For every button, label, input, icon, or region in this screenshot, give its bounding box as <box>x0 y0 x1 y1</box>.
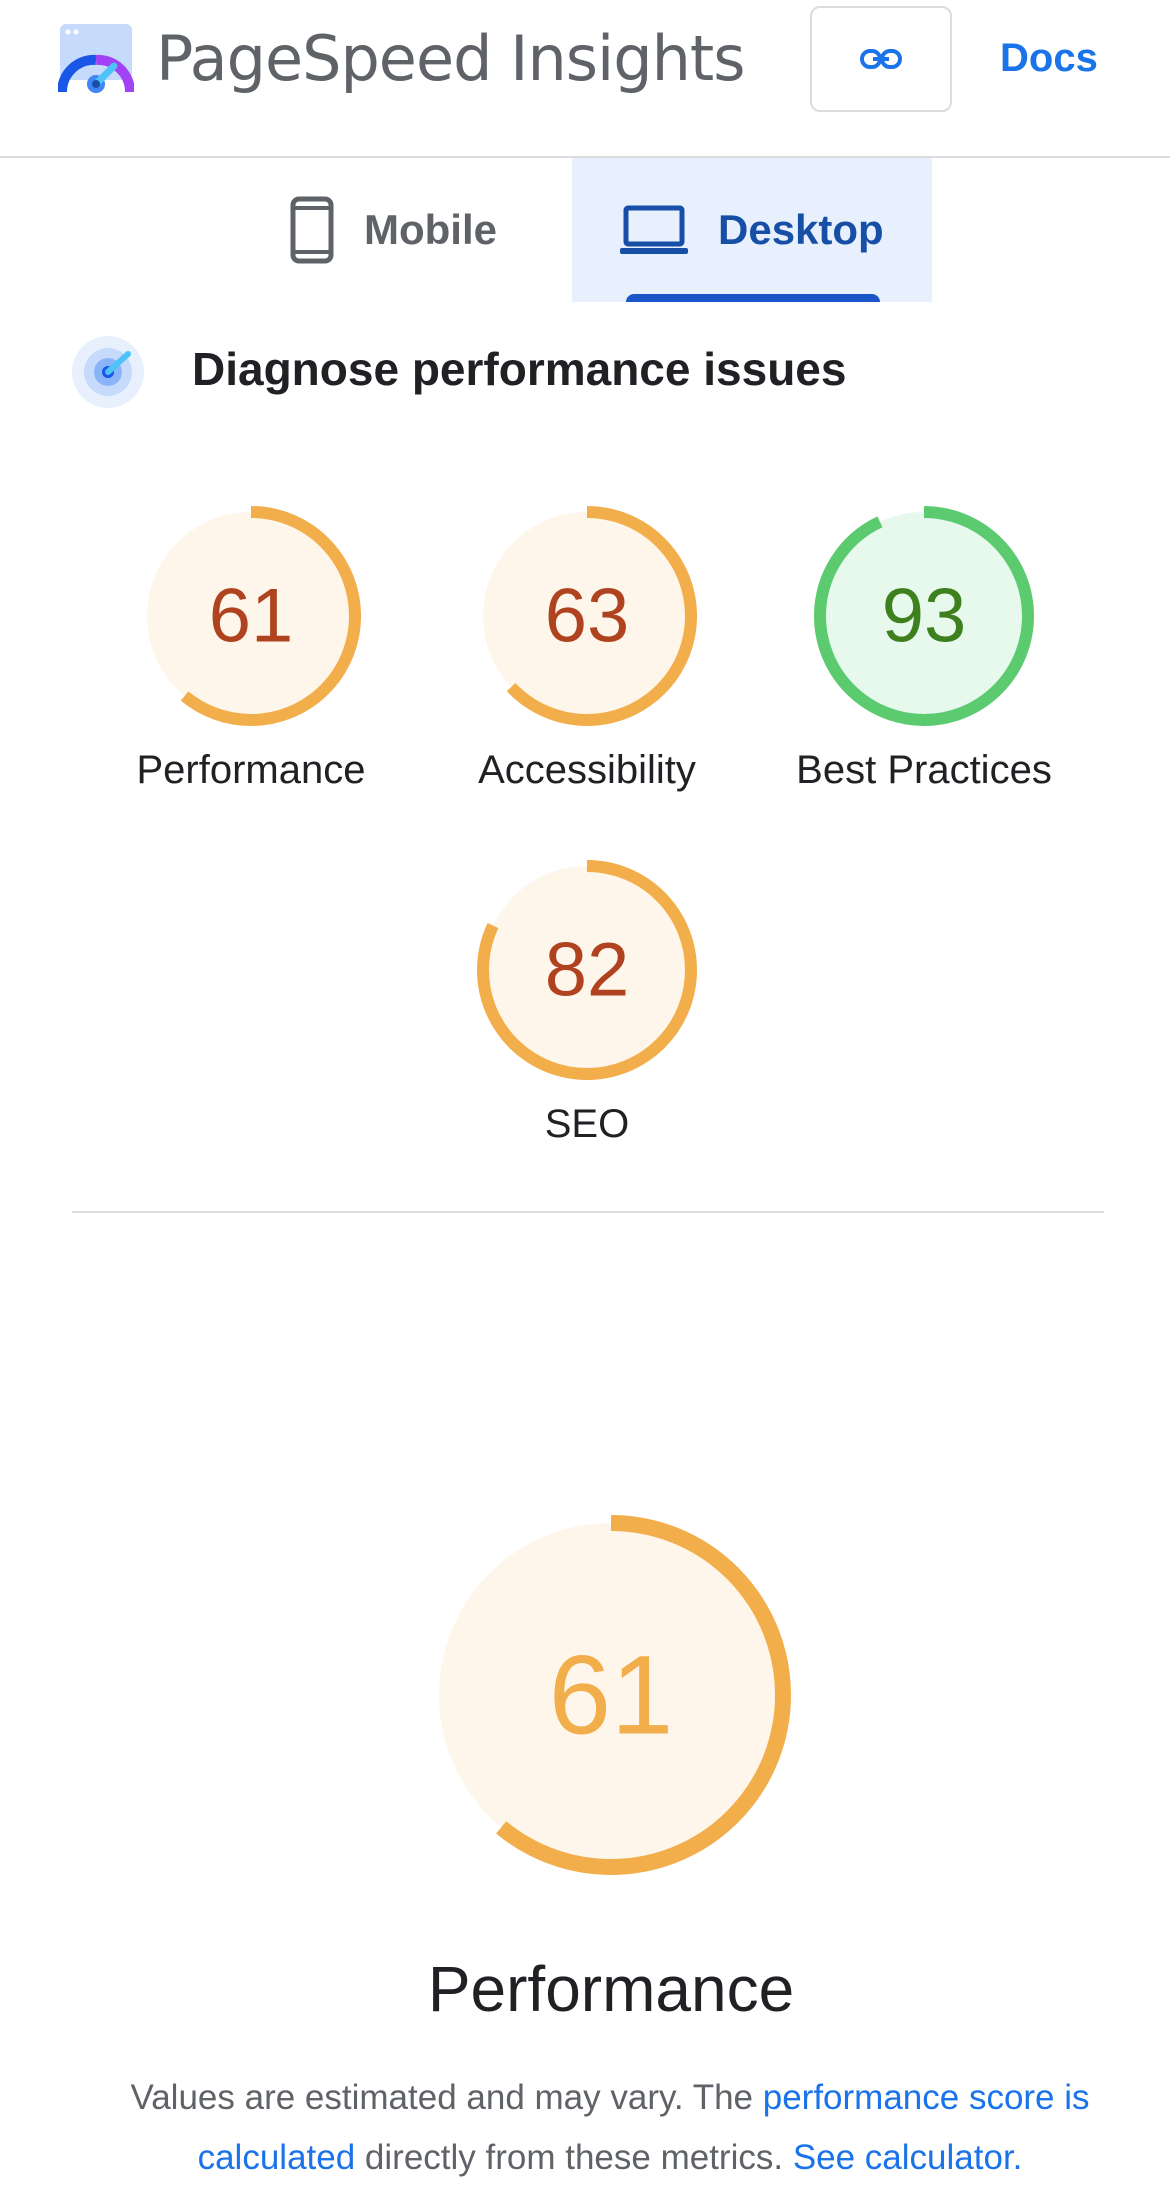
score-gauge-accessibility[interactable]: 63 Accessibility <box>467 496 707 816</box>
app-title: PageSpeed Insights <box>156 22 746 95</box>
section-divider <box>72 1211 1104 1213</box>
score-ring: 63 <box>477 506 697 726</box>
docs-link[interactable]: Docs <box>1000 36 1098 81</box>
score-value: 63 <box>545 574 630 659</box>
score-label: SEO <box>544 1102 630 1146</box>
tab-desktop[interactable]: Desktop <box>572 158 932 302</box>
score-gauge-best-practices[interactable]: 93 Best Practices <box>796 496 1052 816</box>
phone-icon <box>290 196 334 264</box>
description-text: Values are estimated and may vary. The <box>130 2078 763 2117</box>
score-ring: 93 <box>814 506 1034 726</box>
score-value: 61 <box>209 574 294 659</box>
performance-score-gauge: 61 <box>431 1515 791 1875</box>
tab-mobile[interactable]: Mobile <box>290 158 572 302</box>
score-label: Accessibility <box>478 748 696 792</box>
pagespeed-logo-icon <box>58 24 134 93</box>
score-label: Best Practices <box>796 748 1052 792</box>
score-gauge-performance[interactable]: 61 Performance <box>131 496 371 816</box>
performance-score-value: 61 <box>549 1633 674 1758</box>
performance-description: Values are estimated and may vary. The p… <box>100 2068 1120 2188</box>
selected-tab-indicator <box>626 294 880 302</box>
copy-link-button[interactable] <box>810 6 952 112</box>
top-app-bar: PageSpeed Insights Docs <box>0 0 1170 158</box>
tab-mobile-label: Mobile <box>364 206 497 253</box>
score-label: Performance <box>136 748 366 792</box>
speedometer-target-icon <box>72 336 144 408</box>
section-title: Diagnose performance issues <box>192 343 847 395</box>
score-ring: 82 <box>477 860 697 1080</box>
link-icon <box>860 49 902 69</box>
tab-desktop-label: Desktop <box>718 206 884 253</box>
performance-title: Performance <box>427 1953 795 2025</box>
score-ring: 61 <box>141 506 361 726</box>
see-calculator-link[interactable]: See calculator. <box>793 2138 1023 2177</box>
description-text: directly from these metrics. <box>355 2138 793 2177</box>
score-gauge-seo[interactable]: 82 SEO <box>467 850 707 1170</box>
score-value: 93 <box>882 574 967 659</box>
laptop-icon <box>620 205 688 254</box>
score-value: 82 <box>545 928 630 1013</box>
